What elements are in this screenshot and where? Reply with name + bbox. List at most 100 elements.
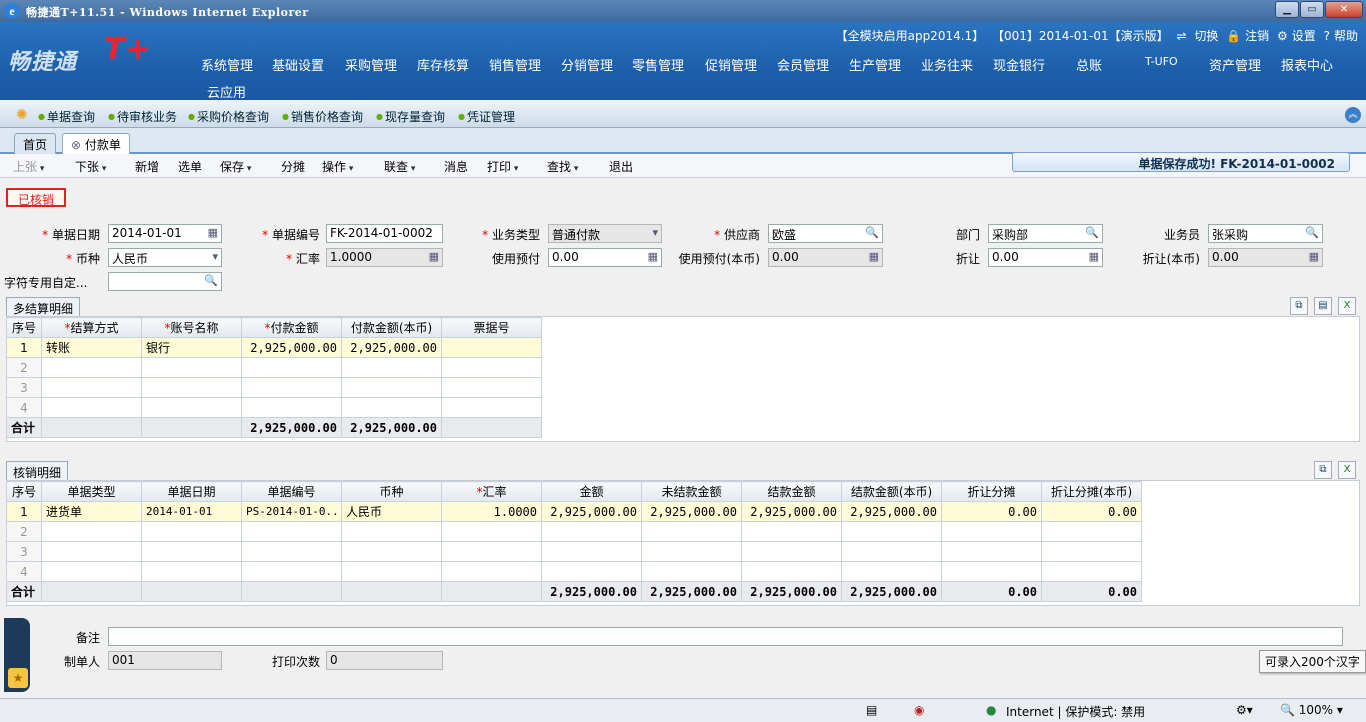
menu-retail[interactable]: 零售管理 [632,55,684,74]
quick-stock-query[interactable]: 现存量查询 [376,108,445,125]
wo-col-settled[interactable]: 结款金额 [741,481,842,502]
menu-sales[interactable]: 销售管理 [489,55,541,74]
new-button[interactable]: 新增 [135,158,159,175]
settle-col-amount[interactable]: *付款金额 [241,317,342,338]
search-icon[interactable]: 🔍 [865,226,879,239]
wo-col-currency[interactable]: 币种 [341,481,442,502]
table-row[interactable]: 2 [6,357,542,378]
settle-section-tab[interactable]: 多结算明细 [6,297,81,317]
rate-field[interactable]: 1.0000 ▦ [326,248,443,267]
find-button[interactable]: 查找 [547,158,578,175]
menu-assets[interactable]: 资产管理 [1209,55,1261,74]
table-row[interactable]: 3 [6,377,542,398]
settings-link[interactable]: ⚙ 设置 [1277,29,1316,43]
allocate-button[interactable]: 分摊 [281,158,305,175]
menu-basic[interactable]: 基础设置 [272,55,324,74]
tab-payment[interactable]: ⊗ 付款单 [62,133,130,154]
menu-member[interactable]: 会员管理 [777,55,829,74]
table-row[interactable]: 1 转账 银行 2,925,000.00 2,925,000.00 [6,337,542,358]
quick-pending-review[interactable]: 待审核业务 [108,108,177,125]
wo-col-date[interactable]: 单据日期 [141,481,242,502]
exit-button[interactable]: 退出 [609,158,633,175]
table-row[interactable]: 1 进货单 2014-01-01 PS-2014-01-0... 人民币 1.0… [6,501,1142,522]
next-button[interactable]: 下张 [75,158,106,175]
discount-field[interactable]: 0.00 ▦ [988,248,1103,267]
menu-business[interactable]: 业务往来 [921,55,973,74]
settle-col-method[interactable]: *结算方式 [41,317,142,338]
copy-icon[interactable]: ⧉ [1314,461,1332,479]
salesman-field[interactable]: 张采购 🔍 [1208,224,1323,243]
select-button[interactable]: 选单 [178,158,202,175]
minimize-button[interactable]: ▁ [1275,1,1299,18]
operate-button[interactable]: 操作 [322,158,353,175]
supplier-field[interactable]: 欧盛 🔍 [768,224,883,243]
calculator-icon[interactable]: ▦ [429,250,439,263]
logout-link[interactable]: 🔒 注销 [1226,29,1269,43]
switch-link[interactable]: ⇌ 切换 [1176,29,1218,43]
calendar-icon[interactable]: ▦ [208,226,218,239]
tab-home[interactable]: 首页 [14,133,57,154]
calculator-icon[interactable]: ▦ [1309,250,1319,263]
menu-production[interactable]: 生产管理 [849,55,901,74]
remark-field[interactable] [108,627,1343,646]
wo-col-rate[interactable]: *汇率 [441,481,542,502]
menu-promotion[interactable]: 促销管理 [705,55,757,74]
help-link[interactable]: ? 帮助 [1324,29,1358,43]
menu-system[interactable]: 系统管理 [201,55,253,74]
search-icon[interactable]: 🔍 [1305,226,1319,239]
menu-inventory[interactable]: 库存核算 [417,55,469,74]
menu-tufo[interactable]: T-UFO [1145,55,1178,68]
settle-col-account[interactable]: *账号名称 [141,317,242,338]
number-field[interactable]: FK-2014-01-0002 [326,224,443,243]
calculator-icon[interactable]: ▦ [648,250,658,263]
wo-col-discount[interactable]: 折让分摊 [941,481,1042,502]
quick-purchase-price[interactable]: 采购价格查询 [188,108,269,125]
wo-col-settled-local[interactable]: 结款金额(本币) [841,481,942,502]
prepay-local-field[interactable]: 0.00 ▦ [768,248,883,267]
quick-voucher[interactable]: 凭证管理 [458,108,515,125]
writeoff-section-tab[interactable]: 核销明细 [6,461,69,481]
table-row[interactable]: 2 [6,521,1142,542]
date-field[interactable]: 2014-01-01 ▦ [108,224,222,243]
link-query-button[interactable]: 联查 [384,158,415,175]
excel-icon[interactable]: X [1338,461,1356,479]
calculator-icon[interactable]: ▦ [1089,250,1099,263]
menu-ledger[interactable]: 总账 [1076,55,1102,74]
search-icon[interactable]: 🔍 [204,274,218,287]
table-row[interactable]: 4 [6,397,542,418]
save-button[interactable]: 保存 [220,158,251,175]
wo-col-unsettled[interactable]: 未结款金额 [641,481,742,502]
wo-col-number[interactable]: 单据编号 [241,481,342,502]
star-icon[interactable]: ★ [8,668,28,688]
menu-reports[interactable]: 报表中心 [1281,55,1333,74]
collapse-icon[interactable]: ︽ [1345,107,1361,123]
privacy-icon[interactable]: ◉ [914,703,924,717]
calculator-icon[interactable]: ▦ [869,250,879,263]
custom-field[interactable]: 🔍 [108,272,222,291]
message-button[interactable]: 消息 [444,158,468,175]
menu-cloud[interactable]: 云应用 [207,82,246,101]
menu-purchase[interactable]: 采购管理 [345,55,397,74]
settle-col-bill[interactable]: 票据号 [441,317,542,338]
table-row[interactable]: 3 [6,541,1142,562]
quick-doc-query[interactable]: 单据查询 [38,108,95,125]
prev-button[interactable]: 上张 [13,158,44,175]
paste-icon[interactable]: ▤ [1314,297,1332,315]
menu-distribution[interactable]: 分销管理 [561,55,613,74]
prepay-field[interactable]: 0.00 ▦ [548,248,662,267]
print-button[interactable]: 打印 [487,158,518,175]
copy-icon[interactable]: ⧉ [1290,297,1308,315]
menu-cash[interactable]: 现金银行 [993,55,1045,74]
wo-col-amount[interactable]: 金额 [541,481,642,502]
discount-local-field[interactable]: 0.00 ▦ [1208,248,1323,267]
tab-close-icon[interactable]: ⊗ [71,138,81,152]
search-icon[interactable]: 🔍 [1085,226,1099,239]
zoom-control[interactable]: 🔍 100% ▾ [1280,703,1343,717]
maximize-button[interactable]: ▭ [1300,1,1324,18]
dept-field[interactable]: 采购部 🔍 [988,224,1103,243]
biz-type-select[interactable]: 普通付款 ▾ [548,224,662,243]
excel-icon[interactable]: X [1338,297,1356,315]
wo-col-type[interactable]: 单据类型 [41,481,142,502]
wo-col-discount-local[interactable]: 折让分摊(本币) [1041,481,1142,502]
tools-icon[interactable]: ⚙▾ [1236,703,1253,717]
